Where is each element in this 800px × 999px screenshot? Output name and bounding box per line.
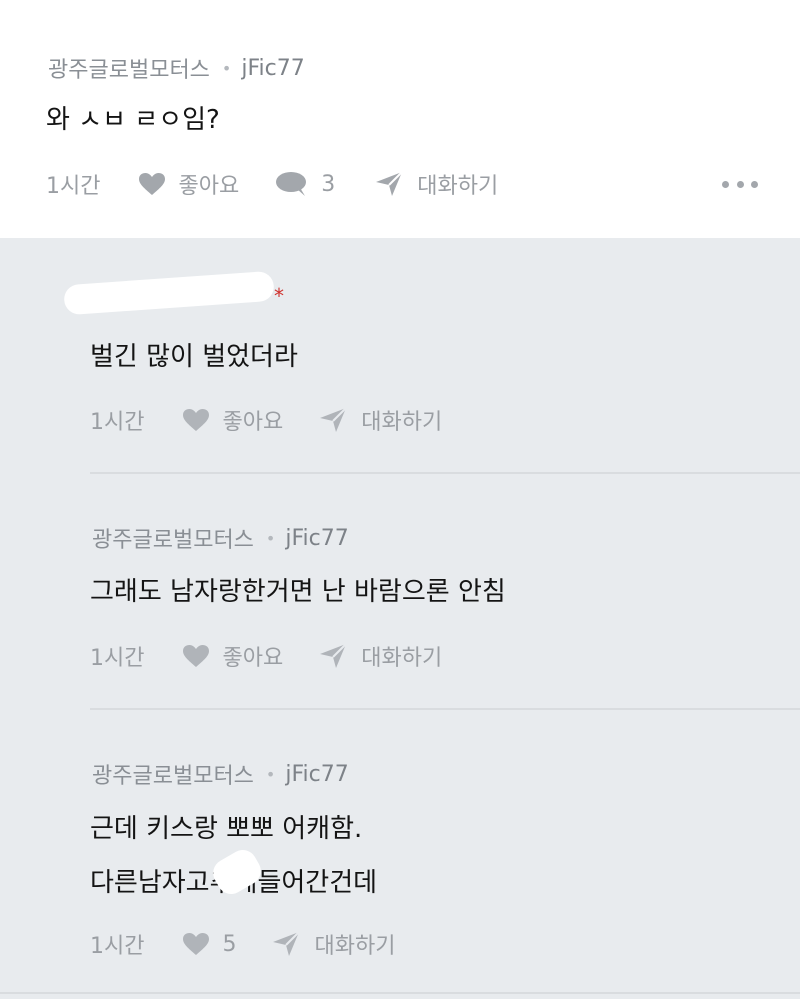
reply-text-line-1: 근데 키스랑 뽀뽀 어캐함.	[90, 814, 363, 844]
reply-author-line: 광주글로벌모터스 • jFic77	[92, 522, 349, 554]
talk-button[interactable]: 대화하기	[272, 928, 395, 960]
heart-icon	[183, 645, 210, 667]
like-button[interactable]: 좋아요	[182, 404, 283, 436]
talk-label: 대화하기	[417, 174, 499, 199]
send-icon	[320, 407, 347, 432]
separator-dot: •	[265, 764, 276, 784]
talk-label: 대화하기	[361, 646, 443, 671]
reply-divider	[0, 992, 800, 994]
like-label: 좋아요	[178, 174, 240, 199]
talk-button[interactable]: 대화하기	[319, 404, 442, 436]
reply-author-line: 광주글로벌모터스 • jFic77	[92, 758, 349, 790]
talk-label: 대화하기	[361, 410, 443, 435]
author-name[interactable]: 광주글로벌모터스	[92, 522, 254, 554]
reply-text: 그래도 남자랑한거면 난 바람으론 안침	[90, 577, 506, 607]
more-options-button[interactable]	[722, 172, 758, 196]
more-dots-icon	[722, 180, 729, 188]
talk-label: 대화하기	[314, 934, 396, 959]
reply-time: 1시간	[90, 934, 145, 959]
reply-actions: 1시간 5 대화하기	[90, 928, 395, 960]
root-comment: 광주글로벌모터스 • jFic77 와 ㅅㅂ ㄹㅇ임? 1시간 좋아요 3 대화…	[0, 0, 800, 238]
like-count: 5	[222, 931, 237, 957]
reply-divider	[90, 472, 800, 474]
comment-time: 1시간	[46, 174, 101, 199]
like-button[interactable]: 좋아요	[182, 640, 283, 672]
author-name[interactable]: 광주글로벌모터스	[48, 52, 210, 84]
heart-icon	[139, 173, 166, 195]
like-button[interactable]: 5	[182, 932, 236, 957]
send-icon	[273, 931, 301, 956]
author-handle[interactable]: jFic77	[285, 762, 348, 787]
comment-actions: 1시간 좋아요 3 대화하기	[46, 168, 498, 200]
separator-dot: •	[221, 58, 232, 78]
talk-button[interactable]: 대화하기	[319, 640, 442, 672]
comment-text: 와 ㅅㅂ ㄹㅇ임?	[46, 105, 220, 135]
reply-count-button[interactable]: 3	[275, 171, 335, 197]
like-label: 좋아요	[222, 646, 284, 671]
reply-text: 벌긴 많이 벌었더라	[90, 342, 298, 372]
author-name[interactable]: 광주글로벌모터스	[92, 758, 254, 790]
comment-bubble-icon	[276, 172, 307, 196]
badge-star: *	[274, 284, 284, 308]
reply-divider	[90, 708, 800, 710]
reply-count: 3	[321, 171, 336, 197]
like-button[interactable]: 좋아요	[138, 168, 239, 200]
send-icon	[376, 171, 403, 196]
heart-icon	[183, 933, 210, 955]
comment-author-line: 광주글로벌모터스 • jFic77	[48, 52, 305, 84]
author-handle[interactable]: jFic77	[285, 526, 348, 551]
heart-icon	[183, 409, 210, 431]
reply-time: 1시간	[90, 410, 145, 435]
author-handle[interactable]: jFic77	[241, 56, 304, 81]
reply-time: 1시간	[90, 646, 145, 671]
reply-actions: 1시간 좋아요 대화하기	[90, 404, 442, 436]
reply-actions: 1시간 좋아요 대화하기	[90, 640, 442, 672]
talk-button[interactable]: 대화하기	[375, 168, 498, 200]
like-label: 좋아요	[222, 410, 284, 435]
redacted-author	[63, 270, 275, 316]
send-icon	[320, 643, 347, 668]
separator-dot: •	[265, 528, 276, 548]
